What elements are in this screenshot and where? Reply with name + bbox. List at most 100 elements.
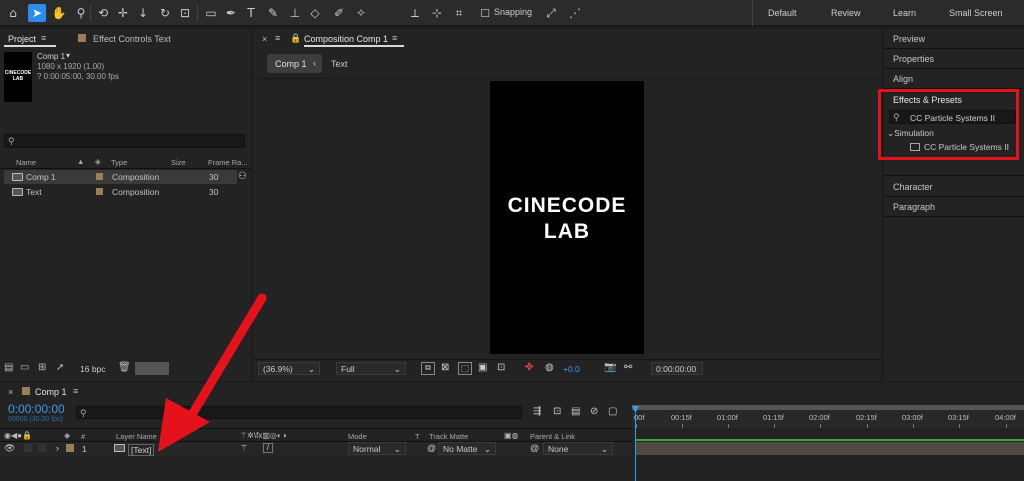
properties-panel-tab[interactable]: Properties bbox=[893, 54, 934, 64]
pen-tool-icon[interactable]: ✒ bbox=[222, 4, 240, 22]
comp-info-duration: ? 0:00:05:00, 30.00 fps bbox=[37, 72, 119, 81]
transparency-grid-icon[interactable]: ⊠ bbox=[441, 362, 449, 373]
hand-tool-icon[interactable]: ✋ bbox=[50, 4, 68, 22]
blend-mode-value: Normal bbox=[353, 444, 381, 454]
chevron-down-icon: ⌄ bbox=[393, 364, 401, 374]
align-panel-tab[interactable]: Align bbox=[893, 74, 913, 84]
puppet-pin-icon[interactable]: ✧ bbox=[352, 4, 370, 22]
shy-layers-icon[interactable]: ▤ bbox=[571, 406, 580, 417]
color-management-icon[interactable]: ◍ bbox=[545, 362, 554, 373]
home-icon[interactable]: ⌂ bbox=[4, 4, 22, 22]
selection-tool-icon[interactable]: ➤ bbox=[28, 4, 46, 22]
project-tab[interactable]: Project bbox=[8, 34, 36, 44]
panel-menu-icon[interactable]: ≡ bbox=[41, 33, 46, 43]
menu-icon[interactable]: ≡ bbox=[275, 33, 280, 43]
interpret-footage-icon[interactable]: ▤ bbox=[4, 362, 13, 373]
pick-whip-icon[interactable]: @ bbox=[530, 443, 539, 453]
bit-depth-label[interactable]: 16 bpc bbox=[80, 364, 106, 374]
track-matte-dropdown[interactable]: No Matte ⌄ bbox=[438, 442, 496, 455]
label-color-swatch[interactable] bbox=[66, 444, 74, 452]
axis-view-icon[interactable]: ⌗ bbox=[450, 4, 468, 22]
effect-controls-tab[interactable]: Effect Controls Text bbox=[93, 34, 171, 44]
panel-menu-icon[interactable]: ≡ bbox=[392, 33, 397, 43]
workspace-small-screen[interactable]: Small Screen bbox=[949, 8, 1003, 18]
label-swatch bbox=[22, 387, 30, 395]
paragraph-panel-tab[interactable]: Paragraph bbox=[893, 202, 935, 212]
close-icon[interactable]: × bbox=[262, 34, 267, 44]
project-item-row[interactable]: Text Composition 30 bbox=[4, 185, 237, 199]
close-icon[interactable]: × bbox=[8, 387, 13, 397]
pan-camera-icon[interactable]: ✛ bbox=[114, 4, 132, 22]
snapping-checkbox[interactable]: ☐ bbox=[476, 4, 494, 22]
type-tool-icon[interactable]: T bbox=[242, 4, 260, 22]
chevron-right-icon[interactable]: › bbox=[56, 443, 59, 453]
snapshot-camera-icon[interactable]: 📷 bbox=[604, 362, 616, 373]
composition-tab[interactable]: Composition Comp 1 bbox=[304, 34, 388, 44]
timeline-search-input[interactable]: ⚲ bbox=[76, 406, 522, 419]
col-size[interactable]: Size bbox=[171, 158, 186, 167]
brush-tool-icon[interactable]: ✎ bbox=[264, 4, 282, 22]
matte-link-icon[interactable]: @ bbox=[427, 443, 436, 453]
breadcrumb-text[interactable]: Text bbox=[331, 59, 348, 69]
mask-visibility-icon[interactable]: ⬚ bbox=[458, 362, 472, 375]
col-type[interactable]: Type bbox=[111, 158, 127, 167]
timeline-current-time[interactable]: 0:00:00:00 bbox=[8, 402, 65, 416]
lock-icon[interactable]: 🔒 bbox=[290, 33, 301, 44]
parent-dropdown[interactable]: None ⌄ bbox=[543, 442, 613, 455]
grid-guides-icon[interactable]: ⊡ bbox=[497, 362, 505, 373]
current-time-field[interactable]: 0:00:00:00 bbox=[651, 362, 703, 375]
chevron-down-icon: ⌄ bbox=[393, 444, 401, 454]
new-folder-icon[interactable]: ▭ bbox=[20, 362, 29, 373]
flowchart-icon[interactable]: ⚇ bbox=[238, 171, 247, 182]
workspace-learn[interactable]: Learn bbox=[893, 8, 916, 18]
eraser-tool-icon[interactable]: ◇ bbox=[306, 4, 324, 22]
project-search-input[interactable]: ⚲ bbox=[4, 134, 245, 148]
chevron-down-icon[interactable]: ▾ bbox=[66, 51, 70, 60]
exposure-value[interactable]: +0.0 bbox=[563, 364, 580, 374]
layer-duration-bar[interactable] bbox=[636, 442, 1024, 455]
axis-world-icon[interactable]: ⊹ bbox=[428, 4, 446, 22]
new-comp-icon[interactable]: ⊞ bbox=[38, 362, 46, 373]
graph-editor-icon[interactable]: ▢ bbox=[608, 406, 617, 417]
fast-previews-icon[interactable]: ⧉ bbox=[421, 362, 435, 375]
channel-icon[interactable]: ✤ bbox=[525, 362, 533, 373]
resolution-dropdown[interactable]: Full ⌄ bbox=[336, 362, 406, 375]
mode-header[interactable]: Mode bbox=[348, 432, 367, 441]
export-icon[interactable]: ➚ bbox=[56, 362, 64, 373]
trash-icon[interactable]: 🗑 bbox=[118, 362, 131, 373]
timeline-comp-tab[interactable]: Comp 1 bbox=[35, 387, 67, 397]
orbit-camera-icon[interactable]: ⟲ bbox=[94, 4, 112, 22]
workspace-review[interactable]: Review bbox=[831, 8, 861, 18]
snap-features-icon[interactable]: ⋰ bbox=[566, 4, 584, 22]
audio-toggle[interactable] bbox=[24, 444, 32, 452]
zoom-tool-icon[interactable]: ⚲ bbox=[72, 4, 90, 22]
project-item-row[interactable]: Comp 1 Composition 30 bbox=[4, 170, 237, 184]
clone-stamp-icon[interactable]: ⊥ bbox=[286, 4, 304, 22]
pan-behind-icon[interactable]: ⊡ bbox=[176, 4, 194, 22]
parent-link-header[interactable]: Parent & Link bbox=[530, 432, 575, 441]
rotation-tool-icon[interactable]: ↻ bbox=[156, 4, 174, 22]
show-snapshot-icon[interactable]: ⚯ bbox=[624, 362, 632, 373]
comp-mini-flowchart-icon[interactable]: ⇶ bbox=[533, 406, 541, 417]
col-name[interactable]: Name bbox=[16, 158, 36, 167]
blend-mode-dropdown[interactable]: Normal ⌄ bbox=[348, 442, 406, 455]
dolly-camera-icon[interactable]: ↓ bbox=[134, 4, 152, 22]
solo-toggle[interactable] bbox=[38, 444, 46, 452]
character-panel-tab[interactable]: Character bbox=[893, 182, 933, 192]
frame-blending-icon[interactable]: ⊘ bbox=[590, 406, 598, 417]
eye-icon[interactable]: 👁 bbox=[4, 443, 15, 454]
col-frame-rate[interactable]: Frame Ra... bbox=[208, 158, 248, 167]
toolbar: ⌂ ➤ ✋ ⚲ ⟲ ✛ ↓ ↻ ⊡ ▭ ✒ T ✎ ⊥ ◇ ✐ ✧ ⟂ ⊹ ⌗ … bbox=[0, 0, 1024, 26]
track-matte-header[interactable]: Track Matte bbox=[429, 432, 468, 441]
rectangle-tool-icon[interactable]: ▭ bbox=[202, 4, 220, 22]
panel-menu-icon[interactable]: ≡ bbox=[73, 386, 78, 396]
region-of-interest-icon[interactable]: ▣ bbox=[478, 362, 487, 373]
composition-canvas[interactable]: CINECODE LAB bbox=[490, 81, 644, 354]
preview-panel-tab[interactable]: Preview bbox=[893, 34, 925, 44]
workspace-default[interactable]: Default bbox=[768, 8, 797, 18]
axis-local-icon[interactable]: ⟂ bbox=[406, 4, 424, 22]
roto-brush-icon[interactable]: ✐ bbox=[330, 4, 348, 22]
snap-edges-icon[interactable]: ⤢ bbox=[542, 4, 560, 22]
breadcrumb-comp-1[interactable]: Comp 1 ‹ bbox=[267, 54, 322, 73]
draft-3d-icon[interactable]: ⊡ bbox=[553, 406, 561, 417]
